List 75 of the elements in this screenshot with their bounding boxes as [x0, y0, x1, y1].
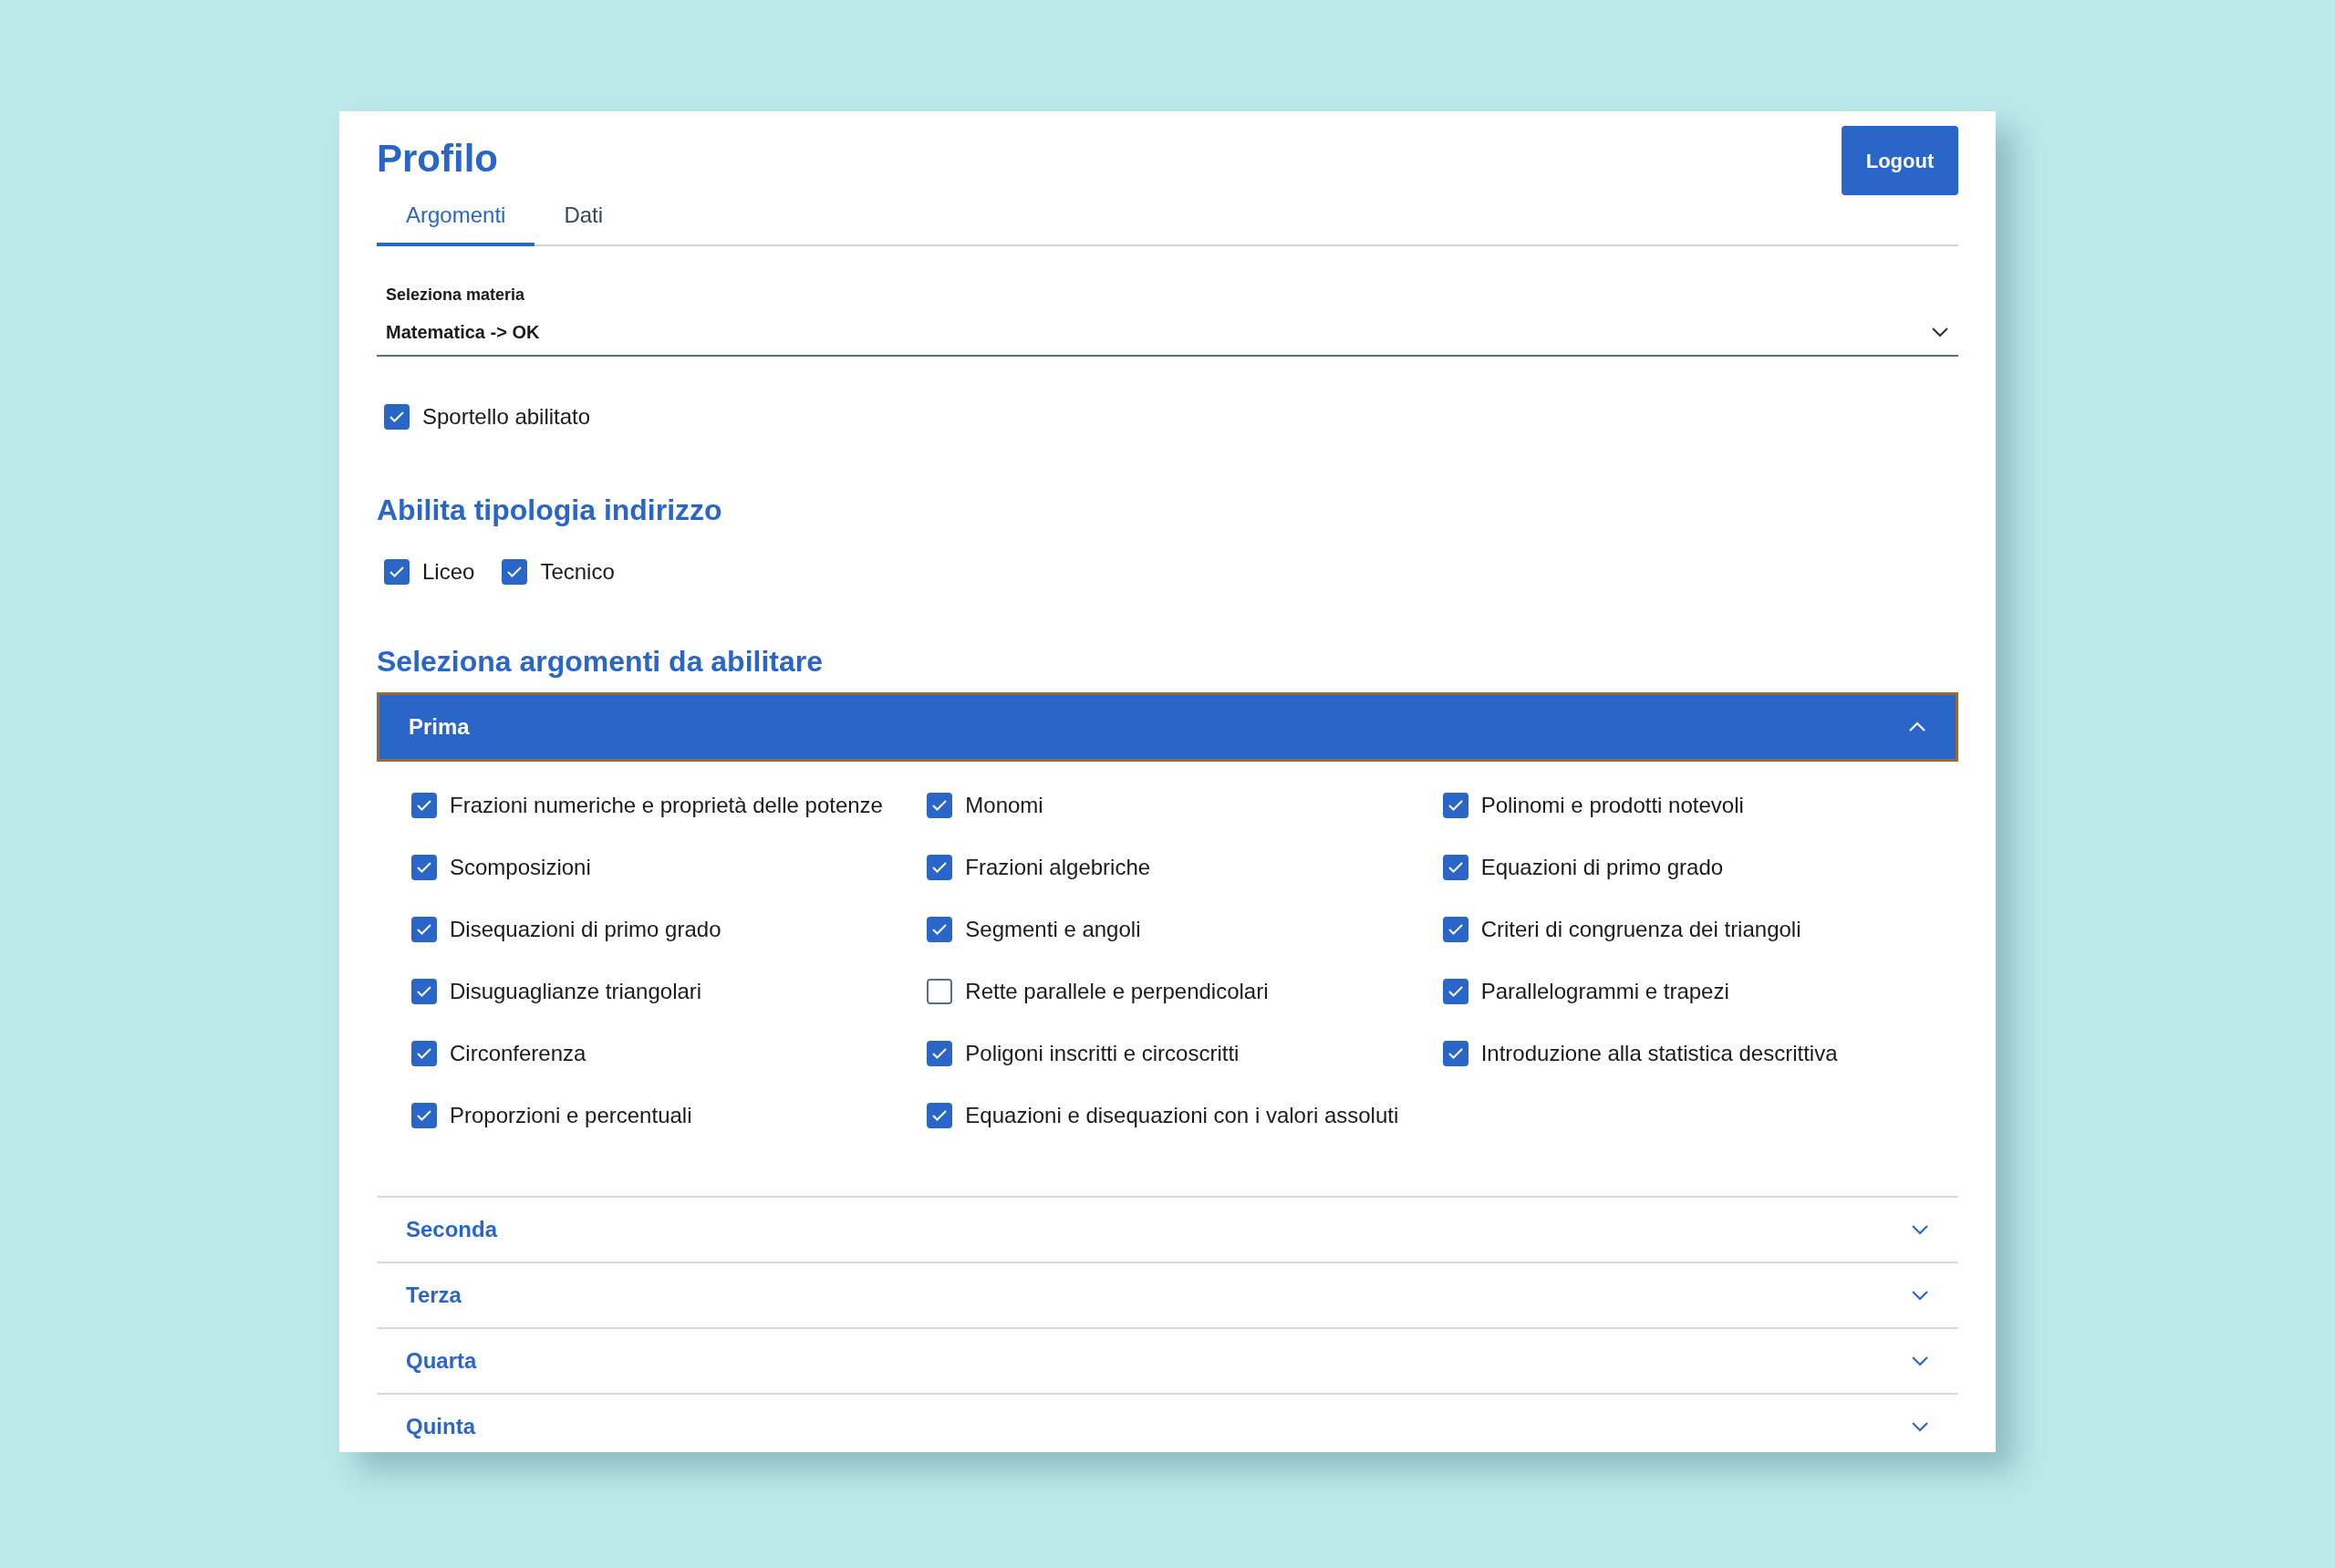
checked-checkbox[interactable] [927, 1103, 953, 1128]
checkmark-icon [416, 1047, 432, 1060]
checkbox-label: Segmenti e angoli [965, 916, 1141, 943]
checkmark-icon [416, 799, 432, 812]
checked-checkbox[interactable] [927, 1041, 953, 1066]
checkmark-icon [389, 566, 405, 578]
checkmark-icon [1447, 1047, 1464, 1060]
checkbox-label: Disequazioni di primo grado [450, 916, 721, 943]
checkbox-label: Equazioni di primo grado [1480, 854, 1724, 881]
checkmark-icon [931, 799, 949, 812]
checkbox-label: Circonferenza [450, 1040, 586, 1067]
checked-checkbox[interactable] [411, 1103, 437, 1128]
checked-checkbox[interactable] [384, 559, 410, 585]
checkbox-label: Liceo [422, 558, 475, 586]
chevron-down-icon [1911, 1224, 1929, 1235]
tab[interactable]: Argomenti [377, 199, 535, 246]
checkbox-label: Criteri di congruenza dei triangoli [1480, 916, 1801, 943]
checkmark-icon [931, 923, 949, 936]
checkmark-icon [389, 410, 405, 423]
checked-checkbox[interactable] [411, 793, 437, 818]
checkmark-icon [1447, 923, 1464, 936]
checkbox-label: Poligoni inscritti e circoscritti [965, 1040, 1240, 1067]
logout-button[interactable]: Logout [1842, 126, 1958, 195]
checkbox-label: Frazioni numeriche e proprietà delle potenze [450, 792, 883, 819]
chevron-up-icon [1908, 722, 1926, 732]
checkbox-label: Introduzione alla statistica descrittiva [1480, 1040, 1838, 1067]
checked-checkbox[interactable] [1442, 979, 1468, 1004]
checkbox-label: Polinomi e prodotti notevoli [1480, 792, 1744, 819]
checkmark-icon [1447, 861, 1464, 874]
checkmark-icon [416, 923, 432, 936]
checkbox-label: Tecnico [540, 558, 615, 586]
chevron-down-icon [1931, 327, 1949, 337]
checked-checkbox[interactable] [927, 917, 953, 942]
checked-checkbox[interactable] [927, 793, 953, 818]
checkmark-icon [931, 861, 949, 874]
checkbox-label: Scomposizioni [450, 854, 591, 881]
checked-checkbox[interactable] [411, 979, 437, 1004]
section-heading: Abilita tipologia indirizzo [377, 493, 723, 528]
section-heading: Seleziona argomenti da abilitare [377, 644, 825, 680]
checked-checkbox[interactable] [1442, 793, 1468, 818]
checkbox-label: Disuguaglianze triangolari [450, 978, 702, 1005]
checked-checkbox[interactable] [927, 855, 953, 880]
checkbox-label: Monomi [965, 792, 1043, 819]
accordion-header[interactable]: Prima [377, 692, 1958, 762]
tab[interactable]: Dati [534, 199, 633, 246]
checked-checkbox[interactable] [1442, 855, 1468, 880]
checked-checkbox[interactable] [411, 1041, 437, 1066]
chevron-down-icon [1911, 1421, 1929, 1432]
checked-checkbox[interactable] [411, 917, 437, 942]
unchecked-checkbox[interactable] [927, 979, 953, 1004]
checkbox-label: Rette parallele e perpendicolari [965, 978, 1269, 1005]
checked-checkbox[interactable] [1442, 1041, 1468, 1066]
checkmark-icon [931, 1047, 949, 1060]
checked-checkbox[interactable] [1442, 917, 1468, 942]
checkmark-icon [506, 566, 524, 578]
checkmark-icon [1447, 985, 1464, 998]
chevron-down-icon [1911, 1355, 1929, 1366]
select-label: Seleziona materia [386, 285, 526, 306]
checkbox-label: Sportello abilitato [422, 403, 591, 431]
checkmark-icon [931, 1109, 949, 1122]
checked-checkbox[interactable] [502, 559, 528, 585]
checkmark-icon [416, 1109, 432, 1122]
checkmark-icon [416, 861, 432, 874]
checkbox-label: Parallelogrammi e trapezi [1480, 978, 1729, 1005]
checkmark-icon [416, 985, 432, 998]
chevron-down-icon [1911, 1290, 1929, 1301]
checkbox-label: Equazioni e disequazioni con i valori assoluti [965, 1102, 1399, 1129]
subject-select[interactable]: Seleziona materia Matematica -> OK [377, 283, 1958, 357]
page-title: Profilo [377, 136, 498, 182]
checkbox-label: Frazioni algebriche [965, 854, 1151, 881]
select-value: Matematica -> OK [386, 321, 540, 344]
checkmark-icon [1447, 799, 1464, 812]
checkbox-label: Proporzioni e percentuali [450, 1102, 692, 1129]
checked-checkbox[interactable] [411, 855, 437, 880]
checked-checkbox[interactable] [384, 404, 410, 430]
